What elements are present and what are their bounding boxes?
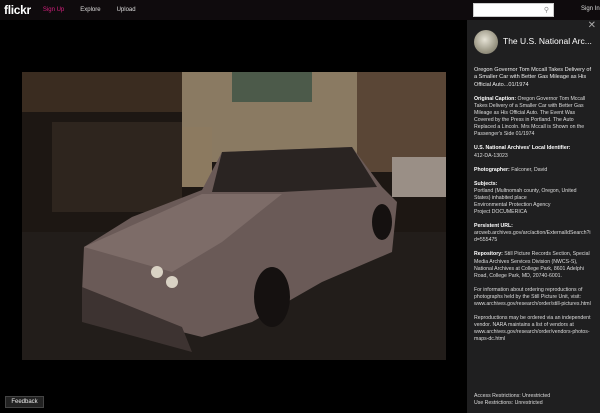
upload-link[interactable]: Upload xyxy=(117,7,136,13)
sign-in-link[interactable]: Sign In xyxy=(581,6,600,12)
info-panel: ✕ The U.S. National Arc... Oregon Govern… xyxy=(467,20,600,413)
photographer: Photographer: Falconer, David xyxy=(474,166,548,173)
ordering-info: For information about ordering reproduct… xyxy=(474,286,591,308)
persistent-url: Persistent URL: arcweb.archives.gov/arc/a… xyxy=(474,223,591,244)
local-identifier: U.S. National Archives' Local Identifier… xyxy=(474,145,571,159)
sign-up-link[interactable]: Sign Up xyxy=(43,7,64,13)
photo[interactable] xyxy=(22,72,446,360)
subjects: Subjects: Portland (Multnomah county, Ore… xyxy=(474,180,577,216)
feedback-button[interactable]: Feedback xyxy=(5,396,44,408)
original-caption: Original Caption: Oregon Governor Tom Mc… xyxy=(474,95,586,138)
search-input[interactable]: ⚲ xyxy=(473,3,554,17)
photo-image xyxy=(22,72,446,360)
search-icon[interactable]: ⚲ xyxy=(544,6,549,14)
owner-avatar[interactable] xyxy=(474,30,498,54)
repository: Repository: Still Picture Records Sectio… xyxy=(474,251,590,279)
photo-title: Oregon Governor Tom Mccall Takes Deliver… xyxy=(474,67,591,88)
flickr-logo[interactable]: flickr xyxy=(4,3,31,17)
restrictions: Access Restrictions: Unrestricted Use Res… xyxy=(474,393,551,407)
owner-name[interactable]: The U.S. National Arc... xyxy=(503,37,592,46)
persistent-url-link[interactable]: arcweb.archives.gov/arc/action/ExternalI… xyxy=(474,230,591,243)
vendors-info: Reproductions may be ordered via an inde… xyxy=(474,315,591,343)
explore-link[interactable]: Explore xyxy=(80,7,100,13)
close-icon[interactable]: ✕ xyxy=(588,20,596,30)
